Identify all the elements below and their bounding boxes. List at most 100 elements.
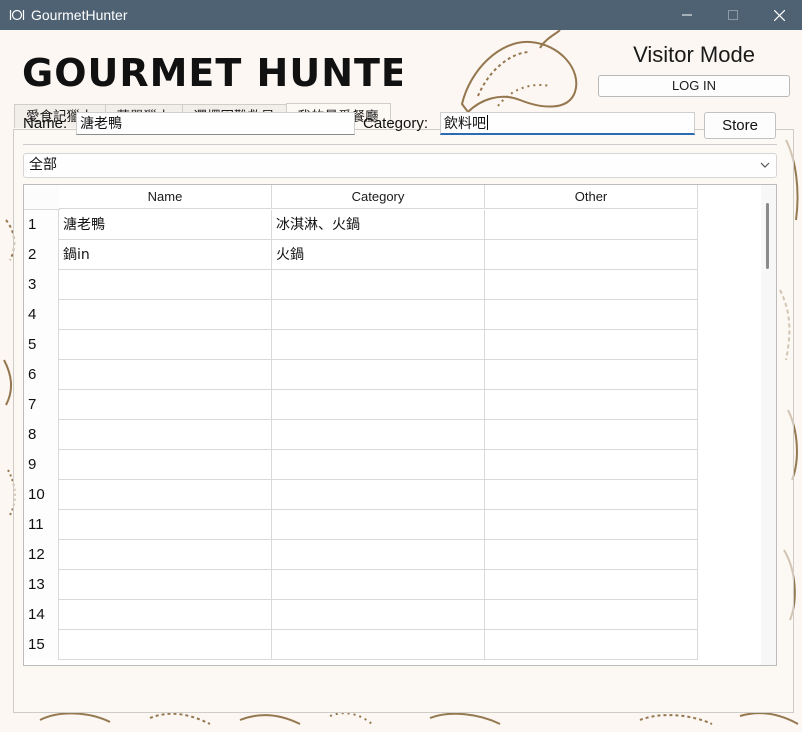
row-number[interactable]: 13 [24,570,59,600]
row-number[interactable]: 11 [24,510,59,540]
row-number[interactable]: 7 [24,390,59,420]
cell-category[interactable] [272,390,485,420]
cell-name[interactable] [59,300,272,330]
table-row[interactable]: 12 [24,540,760,570]
minimize-button[interactable] [664,0,710,30]
cell-category[interactable] [272,510,485,540]
row-number[interactable]: 8 [24,420,59,450]
favorites-table: Name Category Other 1 溏老鴨 冰淇淋、火鍋 2 鍋in 火鍋 3 4 5… [23,184,777,666]
login-button[interactable]: LOG IN [598,75,790,97]
cell-other[interactable] [485,450,698,480]
table-body: 1 溏老鴨 冰淇淋、火鍋 2 鍋in 火鍋 3 4 5 6 7 8 9 10 11 12 13 14 15 [24,210,760,660]
maximize-button[interactable] [710,0,756,30]
window-title: GourmetHunter [31,7,128,23]
maximize-icon [728,10,738,20]
cell-category[interactable] [272,480,485,510]
cell-name[interactable] [59,510,272,540]
cell-category[interactable] [272,570,485,600]
table-row[interactable]: 7 [24,390,760,420]
cell-other[interactable] [485,480,698,510]
table-row[interactable]: 1 溏老鴨 冰淇淋、火鍋 [24,210,760,240]
cell-name[interactable] [59,540,272,570]
cell-name[interactable] [59,450,272,480]
row-number[interactable]: 12 [24,540,59,570]
cell-name[interactable] [59,570,272,600]
close-button[interactable] [756,0,802,30]
table-row[interactable]: 13 [24,570,760,600]
cell-category[interactable] [272,630,485,660]
vertical-scrollbar[interactable] [761,185,776,665]
cell-other[interactable] [485,360,698,390]
table-row[interactable]: 14 [24,600,760,630]
cell-category[interactable] [272,420,485,450]
name-label: Name: [23,115,68,132]
table-corner[interactable] [24,185,60,210]
category-filter-select[interactable]: 全部 [23,153,777,178]
chevron-down-icon [760,162,770,168]
cell-other[interactable] [485,570,698,600]
cell-other[interactable] [485,300,698,330]
row-number[interactable]: 14 [24,600,59,630]
cell-category[interactable] [272,600,485,630]
cell-name[interactable] [59,420,272,450]
text-caret [487,115,488,130]
cell-other[interactable] [485,540,698,570]
table-row[interactable]: 3 [24,270,760,300]
row-number[interactable]: 6 [24,360,59,390]
cell-other[interactable] [485,240,698,270]
column-header-category[interactable]: Category [272,185,485,209]
cell-other[interactable] [485,420,698,450]
cell-name[interactable] [59,480,272,510]
row-number[interactable]: 4 [24,300,59,330]
table-row[interactable]: 2 鍋in 火鍋 [24,240,760,270]
cell-name[interactable] [59,360,272,390]
cell-name[interactable]: 鍋in [59,240,272,270]
cell-category[interactable] [272,270,485,300]
close-icon [773,9,785,21]
row-number[interactable]: 2 [24,240,59,270]
store-button[interactable]: Store [704,112,776,139]
table-row[interactable]: 10 [24,480,760,510]
cell-other[interactable] [485,600,698,630]
cell-other[interactable] [485,390,698,420]
svg-text:GOURMET HUNTER: GOURMET HUNTER [22,51,402,92]
category-field[interactable]: 飲料吧 [440,112,695,135]
category-label: Category: [363,115,429,132]
cell-category[interactable]: 冰淇淋、火鍋 [272,210,485,240]
table-row[interactable]: 9 [24,450,760,480]
cell-category[interactable] [272,330,485,360]
column-header-name[interactable]: Name [59,185,272,209]
row-number[interactable]: 5 [24,330,59,360]
row-number[interactable]: 1 [24,210,59,240]
table-row[interactable]: 6 [24,360,760,390]
cell-category[interactable] [272,360,485,390]
table-row[interactable]: 5 [24,330,760,360]
cell-other[interactable] [485,630,698,660]
name-field[interactable]: 溏老鴨 [76,112,355,135]
cell-name[interactable] [59,390,272,420]
row-number[interactable]: 10 [24,480,59,510]
row-number[interactable]: 15 [24,630,59,660]
cell-other[interactable] [485,510,698,540]
table-row[interactable]: 11 [24,510,760,540]
cell-other[interactable] [485,210,698,240]
cell-other[interactable] [485,270,698,300]
table-row[interactable]: 8 [24,420,760,450]
divider [23,144,777,145]
cell-name[interactable] [59,600,272,630]
cell-other[interactable] [485,330,698,360]
cell-name[interactable] [59,630,272,660]
table-row[interactable]: 15 [24,630,760,660]
cell-category[interactable] [272,540,485,570]
cell-name[interactable] [59,270,272,300]
cell-category[interactable] [272,300,485,330]
cell-category[interactable] [272,450,485,480]
cell-name[interactable] [59,330,272,360]
row-number[interactable]: 3 [24,270,59,300]
row-number[interactable]: 9 [24,450,59,480]
cell-category[interactable]: 火鍋 [272,240,485,270]
table-row[interactable]: 4 [24,300,760,330]
cell-name[interactable]: 溏老鴨 [59,210,272,240]
scrollbar-thumb[interactable] [766,203,769,269]
column-header-other[interactable]: Other [485,185,698,209]
